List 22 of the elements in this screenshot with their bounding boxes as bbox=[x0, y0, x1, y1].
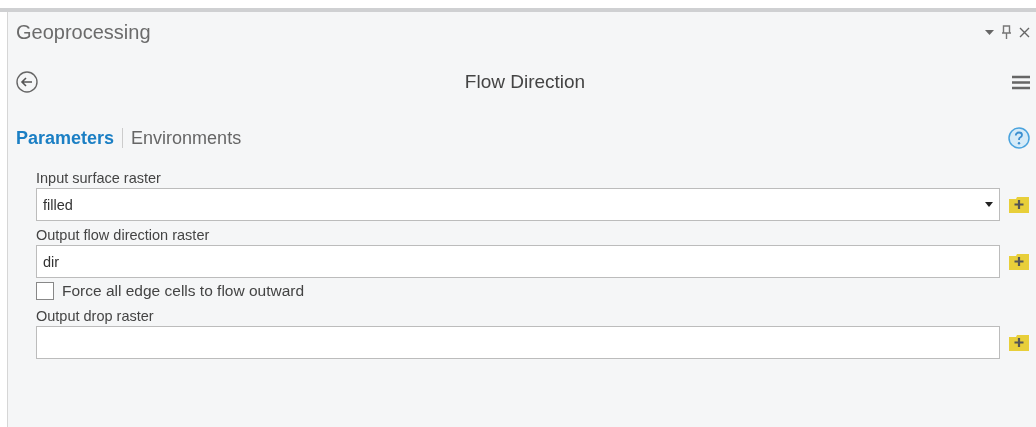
pin-icon[interactable] bbox=[1002, 25, 1011, 39]
field-label: Input surface raster bbox=[36, 170, 161, 186]
input-field[interactable]: dir bbox=[36, 245, 1000, 278]
add-folder-icon[interactable] bbox=[1008, 251, 1030, 272]
checkbox[interactable] bbox=[36, 282, 54, 300]
dropdown-field[interactable]: filled bbox=[36, 188, 1000, 221]
back-icon[interactable] bbox=[16, 71, 38, 93]
add-folder-icon[interactable] bbox=[1008, 194, 1030, 215]
menu-icon[interactable] bbox=[1012, 74, 1030, 90]
pane-title: Geoprocessing bbox=[16, 20, 152, 44]
help-icon[interactable] bbox=[1008, 127, 1030, 149]
add-folder-icon[interactable] bbox=[1008, 332, 1030, 353]
tool-title: Flow Direction bbox=[463, 71, 587, 93]
checkbox-label: Force all edge cells to flow outward bbox=[62, 282, 305, 300]
field-label: Output flow direction raster bbox=[36, 227, 210, 243]
dropdown-arrow-icon bbox=[985, 202, 993, 207]
tab[interactable]: Environments bbox=[131, 127, 242, 149]
field-label: Output drop raster bbox=[36, 308, 154, 324]
dropdown-arrow-icon[interactable] bbox=[985, 29, 994, 35]
close-icon[interactable] bbox=[1019, 26, 1030, 38]
tab[interactable]: Parameters bbox=[16, 127, 115, 149]
input-field[interactable] bbox=[36, 326, 1000, 359]
